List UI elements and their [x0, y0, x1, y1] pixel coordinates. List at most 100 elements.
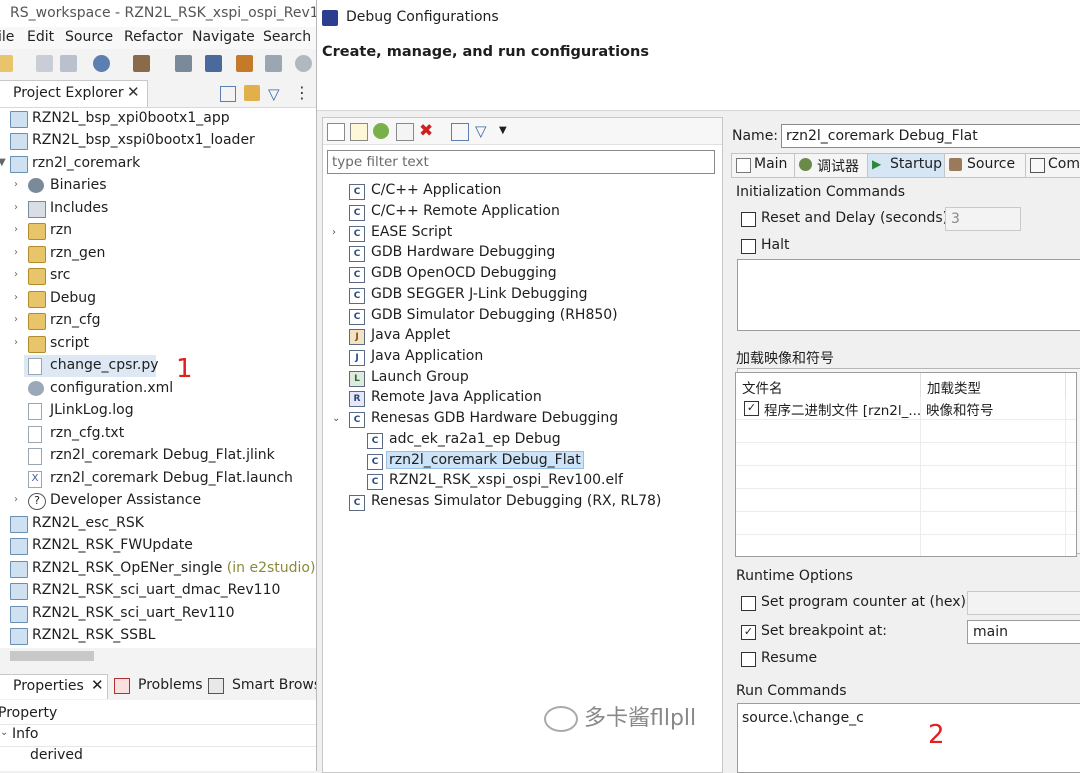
binary-icon[interactable] [175, 55, 192, 72]
reset-delay-checkbox[interactable] [741, 212, 756, 227]
new-config-icon[interactable] [327, 123, 345, 141]
tree-item[interactable]: ▼ rzn2l_coremark [0, 153, 316, 175]
halt-checkbox[interactable] [741, 239, 756, 254]
chevron-right-icon[interactable]: › [14, 314, 24, 325]
set-pc-label: Set program counter at (hex): [761, 594, 971, 610]
tree-item[interactable]: RZN2L_bsp_xspi0bootx1_loader [0, 130, 316, 152]
settings-gear-icon[interactable] [295, 55, 312, 72]
tree-item[interactable]: RZN2L_RSK_sci_uart_dmac_Rev110 [0, 580, 316, 602]
set-breakpoint-checkbox[interactable]: ✓ [741, 625, 756, 640]
duplicate-icon[interactable] [396, 123, 414, 141]
chevron-right-icon[interactable]: › [14, 224, 24, 235]
build-hammer-icon[interactable] [133, 55, 150, 72]
tree-item[interactable]: RZN2L_RSK_FWUpdate [0, 535, 316, 557]
name-field[interactable]: rzn2l_coremark Debug_Flat [781, 124, 1080, 148]
new-icon[interactable] [0, 55, 13, 72]
tab-source[interactable]: Source [944, 153, 1026, 177]
package-icon[interactable] [236, 55, 253, 72]
close-icon[interactable]: ✕ [91, 676, 104, 694]
horizontal-scrollbar[interactable] [0, 648, 316, 664]
project-icon [10, 538, 28, 555]
collapse-all-icon[interactable] [451, 123, 469, 141]
tree-item[interactable]: › rzn [0, 220, 316, 242]
resume-checkbox[interactable] [741, 652, 756, 667]
filter-icon[interactable]: ▽ [475, 123, 491, 139]
tree-item[interactable]: X rzn2l_coremark Debug_Flat.launch [0, 468, 316, 490]
filter-field[interactable] [327, 150, 715, 174]
tree-item[interactable]: › Includes [0, 198, 316, 220]
tree-item[interactable]: › Binaries [0, 175, 316, 197]
view-menu-icon[interactable]: ⋮ [294, 83, 310, 102]
table-header-load-type[interactable]: 加载类型 [921, 373, 1066, 397]
tree-item[interactable]: › ? Developer Assistance [0, 490, 316, 512]
chevron-down-icon[interactable]: ⌄ [332, 413, 340, 424]
set-pc-field[interactable] [967, 591, 1080, 615]
external-tool-icon[interactable] [265, 55, 282, 72]
chevron-right-icon[interactable]: › [14, 494, 24, 505]
tab-common[interactable]: Com [1025, 153, 1080, 177]
table-header-filename[interactable]: 文件名 [736, 373, 921, 397]
tab-properties[interactable]: Properties ✕ [0, 674, 108, 699]
scrollbar-thumb[interactable] [10, 651, 94, 661]
tab-startup[interactable]: ▶ Startup [867, 153, 945, 177]
reset-delay-field[interactable]: 3 [945, 207, 1021, 231]
chevron-right-icon[interactable]: › [14, 292, 24, 303]
chevron-down-icon[interactable]: ▼ [0, 157, 8, 168]
set-pc-checkbox[interactable] [741, 596, 756, 611]
collapse-all-icon[interactable] [220, 86, 236, 102]
project-icon [10, 561, 28, 578]
menu-refactor[interactable]: Refactor [124, 29, 183, 45]
tab-debugger[interactable]: 调试器 [794, 153, 868, 177]
save-all-icon[interactable] [60, 55, 77, 72]
tab-smart-browser[interactable]: Smart Brows [208, 674, 316, 698]
name-label: Name: [732, 128, 779, 144]
chevron-right-icon[interactable]: › [14, 269, 24, 280]
tree-item[interactable]: rzn2l_coremark Debug_Flat.jlink [0, 445, 316, 467]
link-editor-icon[interactable] [244, 85, 260, 101]
menu-file[interactable]: ile [0, 29, 14, 45]
view-menu-icon[interactable]: ▼ [499, 123, 515, 139]
terminal-icon[interactable] [205, 55, 222, 72]
tree-item[interactable]: › rzn_gen [0, 243, 316, 265]
tree-item[interactable]: › rzn_cfg [0, 310, 316, 332]
tree-item[interactable]: RZN2L_bsp_xpi0bootx1_app [0, 108, 316, 130]
breakpoint-field[interactable]: main [967, 620, 1080, 644]
tree-item[interactable]: change_cpsr.py [24, 355, 159, 377]
delete-icon[interactable]: ✖ [419, 123, 435, 140]
tree-item[interactable]: JLinkLog.log [0, 400, 316, 422]
filter-input[interactable] [332, 153, 710, 171]
init-commands-textarea[interactable] [737, 259, 1080, 331]
menu-search[interactable]: Search [263, 29, 311, 45]
image-checkbox[interactable]: ✓ [744, 401, 759, 416]
tree-item[interactable]: RZN2L_esc_RSK [0, 513, 316, 535]
tree-item[interactable]: configuration.xml [0, 378, 316, 400]
tree-item[interactable]: › Debug [0, 288, 316, 310]
menu-source[interactable]: Source [65, 29, 113, 45]
filter-icon[interactable]: ▽ [268, 85, 280, 103]
chevron-right-icon[interactable]: › [14, 247, 24, 258]
table-row[interactable]: ✓ 程序二进制文件 [rzn2l_... 映像和符号 [736, 397, 1076, 420]
tab-main[interactable]: Main [731, 153, 795, 177]
close-icon[interactable]: ✕ [127, 83, 140, 101]
chevron-right-icon[interactable]: › [14, 202, 24, 213]
chevron-down-icon[interactable]: ⌄ [0, 727, 8, 738]
save-icon[interactable] [36, 55, 53, 72]
tab-project-explorer[interactable]: Project Explorer ✕ [0, 80, 148, 107]
tree-item[interactable]: RZN2L_RSK_OpENer_single (in e2studio) [0, 558, 316, 580]
export-icon[interactable] [373, 123, 389, 139]
tree-item[interactable]: rzn_cfg.txt [0, 423, 316, 445]
tree-item[interactable]: › src [0, 265, 316, 287]
tree-item[interactable]: RZN2L_RSK_sci_uart_Rev110 [0, 603, 316, 625]
chevron-right-icon[interactable]: › [14, 179, 24, 190]
dialog-subtitle: Create, manage, and run configurations [322, 44, 649, 60]
menu-navigate[interactable]: Navigate [192, 29, 255, 45]
tree-item[interactable]: RZN2L_RSK_SSBL [0, 625, 316, 647]
menu-edit[interactable]: Edit [27, 29, 54, 45]
new-prototype-icon[interactable] [350, 123, 368, 141]
chevron-right-icon[interactable]: › [14, 337, 24, 348]
debug-icon[interactable] [93, 55, 110, 72]
run-commands-textarea[interactable]: source.\change_c [737, 703, 1080, 773]
chevron-right-icon[interactable]: › [332, 227, 336, 238]
tree-item[interactable]: › script [0, 333, 316, 355]
tab-problems[interactable]: Problems [114, 674, 204, 698]
